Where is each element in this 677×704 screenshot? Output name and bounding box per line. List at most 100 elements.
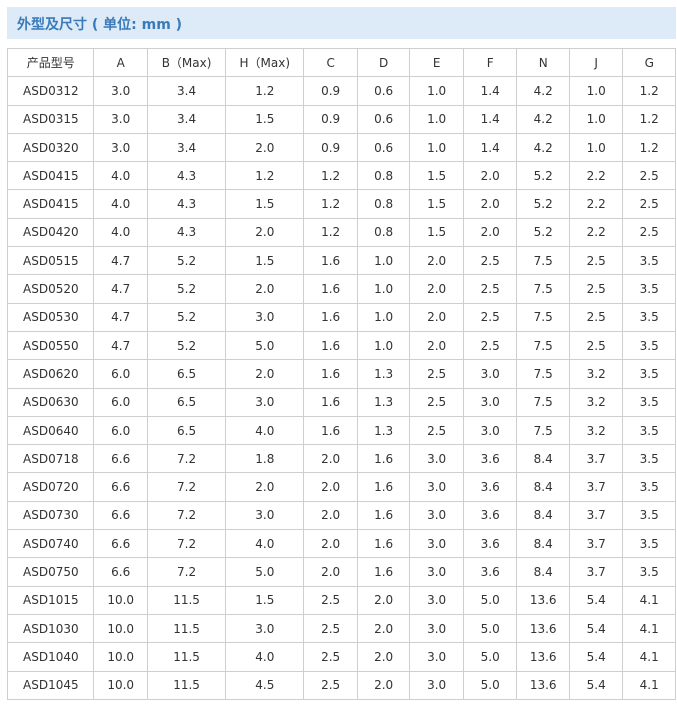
- cell-model: ASD0730: [6, 500, 95, 531]
- cell-h-max: 1.5: [225, 585, 305, 615]
- cell-model: ASD1040: [6, 642, 95, 672]
- cell-j: 5.4: [568, 585, 624, 615]
- cell-g: 2.5: [622, 217, 676, 248]
- cell-e: 2.0: [409, 274, 464, 304]
- cell-model: ASD1030: [6, 613, 95, 644]
- section-header: 外型及尺寸 ( 单位: mm ): [7, 7, 676, 39]
- cell-d: 1.6: [356, 529, 411, 559]
- cell-e: 2.5: [409, 387, 464, 417]
- cell-f: 2.0: [462, 189, 518, 219]
- cell-b-max: 11.5: [146, 670, 227, 700]
- cell-b-max: 6.5: [146, 359, 227, 389]
- cell-a: 4.0: [93, 161, 148, 191]
- cell-a: 10.0: [93, 670, 148, 700]
- cell-c: 2.0: [303, 500, 358, 531]
- cell-model: ASD1015: [6, 585, 95, 615]
- cell-n: 7.5: [516, 359, 570, 389]
- cell-d: 1.0: [356, 246, 411, 276]
- cell-c: 2.0: [303, 557, 358, 587]
- cell-b-max: 7.2: [146, 557, 227, 587]
- cell-b-max: 3.4: [146, 76, 227, 106]
- column-header-e: E: [409, 47, 464, 78]
- cell-g: 1.2: [622, 132, 676, 163]
- cell-a: 6.0: [93, 387, 148, 417]
- cell-h-max: 3.0: [225, 613, 305, 644]
- cell-e: 3.0: [409, 472, 464, 502]
- cell-model: ASD1045: [6, 670, 95, 700]
- cell-n: 8.4: [516, 472, 570, 502]
- cell-c: 2.0: [303, 529, 358, 559]
- cell-j: 3.2: [568, 359, 624, 389]
- cell-model: ASD0720: [6, 472, 95, 502]
- cell-n: 5.2: [516, 161, 570, 191]
- cell-f: 2.0: [462, 217, 518, 248]
- table-row: ASD0515 4.7 5.2 1.5 1.6 1.0 2.0 2.5 7.5 2.5 3.5: [6, 246, 676, 276]
- cell-a: 6.0: [93, 415, 148, 446]
- table-row: ASD0315 3.0 3.4 1.5 0.9 0.6 1.0 1.4 4.2 1.0 1.2: [6, 104, 676, 134]
- cell-b-max: 6.5: [146, 387, 227, 417]
- cell-n: 8.4: [516, 529, 570, 559]
- cell-f: 2.5: [462, 302, 518, 332]
- column-header-f: F: [462, 47, 518, 78]
- cell-n: 7.5: [516, 274, 570, 304]
- cell-e: 1.0: [409, 76, 464, 106]
- table-row: ASD0320 3.0 3.4 2.0 0.9 0.6 1.0 1.4 4.2 1.0 1.2: [6, 132, 676, 163]
- cell-f: 2.5: [462, 330, 518, 361]
- cell-e: 3.0: [409, 500, 464, 531]
- cell-a: 3.0: [93, 104, 148, 134]
- cell-c: 1.6: [303, 302, 358, 332]
- cell-j: 5.4: [568, 670, 624, 700]
- cell-h-max: 3.0: [225, 387, 305, 417]
- table-row: ASD0415 4.0 4.3 1.2 1.2 0.8 1.5 2.0 5.2 2.2 2.5: [6, 161, 676, 191]
- cell-d: 1.0: [356, 274, 411, 304]
- table-row: ASD0550 4.7 5.2 5.0 1.6 1.0 2.0 2.5 7.5 2.5 3.5: [6, 330, 676, 361]
- column-header-j: J: [568, 47, 624, 78]
- cell-e: 3.0: [409, 529, 464, 559]
- cell-h-max: 5.0: [225, 557, 305, 587]
- cell-e: 1.5: [409, 217, 464, 248]
- table-row: ASD0750 6.6 7.2 5.0 2.0 1.6 3.0 3.6 8.4 3.7 3.5: [6, 557, 676, 587]
- cell-f: 3.0: [462, 387, 518, 417]
- cell-a: 4.0: [93, 189, 148, 219]
- cell-b-max: 3.4: [146, 132, 227, 163]
- cell-f: 3.0: [462, 415, 518, 446]
- cell-model: ASD0740: [6, 529, 95, 559]
- cell-h-max: 4.0: [225, 642, 305, 672]
- cell-h-max: 1.2: [225, 161, 305, 191]
- cell-d: 1.6: [356, 557, 411, 587]
- cell-g: 3.5: [622, 415, 676, 446]
- cell-d: 1.0: [356, 302, 411, 332]
- cell-j: 5.4: [568, 613, 624, 644]
- cell-b-max: 5.2: [146, 246, 227, 276]
- cell-h-max: 1.5: [225, 104, 305, 134]
- table-row: ASD0730 6.6 7.2 3.0 2.0 1.6 3.0 3.6 8.4 3.7 3.5: [6, 500, 676, 531]
- cell-c: 1.6: [303, 359, 358, 389]
- cell-e: 1.5: [409, 189, 464, 219]
- cell-h-max: 2.0: [225, 359, 305, 389]
- cell-g: 3.5: [622, 472, 676, 502]
- cell-b-max: 3.4: [146, 104, 227, 134]
- cell-c: 2.5: [303, 585, 358, 615]
- cell-b-max: 7.2: [146, 444, 227, 474]
- cell-g: 4.1: [622, 670, 676, 700]
- cell-g: 2.5: [622, 189, 676, 219]
- cell-model: ASD0515: [6, 246, 95, 276]
- column-header-c: C: [303, 47, 358, 78]
- cell-b-max: 11.5: [146, 642, 227, 672]
- cell-g: 3.5: [622, 557, 676, 587]
- cell-j: 1.0: [568, 76, 624, 106]
- cell-j: 3.7: [568, 472, 624, 502]
- cell-b-max: 7.2: [146, 472, 227, 502]
- cell-n: 5.2: [516, 217, 570, 248]
- table-row: ASD0718 6.6 7.2 1.8 2.0 1.6 3.0 3.6 8.4 3.7 3.5: [6, 444, 676, 474]
- cell-model: ASD0320: [6, 132, 95, 163]
- column-header-a: A: [93, 47, 148, 78]
- cell-a: 10.0: [93, 613, 148, 644]
- cell-n: 13.6: [516, 670, 570, 700]
- cell-d: 2.0: [356, 613, 411, 644]
- cell-c: 2.5: [303, 613, 358, 644]
- cell-g: 3.5: [622, 274, 676, 304]
- table-row: ASD0420 4.0 4.3 2.0 1.2 0.8 1.5 2.0 5.2 2.2 2.5: [6, 217, 676, 248]
- cell-d: 1.0: [356, 330, 411, 361]
- table-row: ASD0720 6.6 7.2 2.0 2.0 1.6 3.0 3.6 8.4 3.7 3.5: [6, 472, 676, 502]
